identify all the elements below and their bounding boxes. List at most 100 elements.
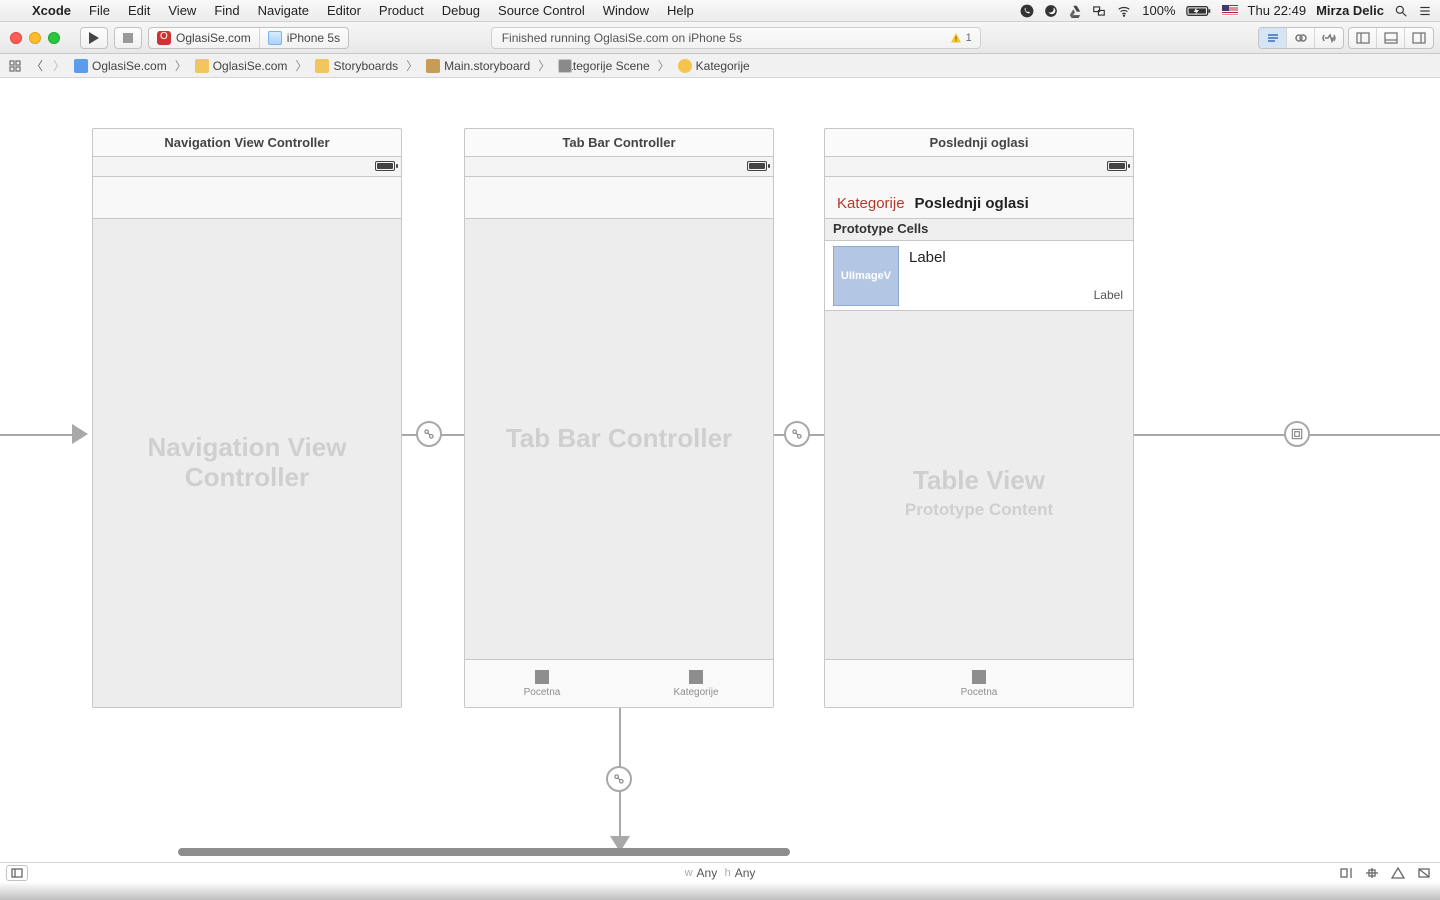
toggle-debug-area-button[interactable] bbox=[1377, 28, 1405, 48]
segue-relationship-icon-down[interactable] bbox=[606, 766, 632, 792]
scene-poslednji-oglasi[interactable]: Poslednji oglasi Kategorije Poslednji og… bbox=[824, 128, 1134, 708]
jumpbar-project[interactable]: OglasiSe.com bbox=[72, 59, 169, 73]
size-class-h: Any bbox=[735, 866, 756, 880]
status-battery-icon bbox=[1107, 161, 1127, 171]
toggle-utilities-button[interactable] bbox=[1405, 28, 1433, 48]
scene-tabbar-controller[interactable]: Tab Bar Controller Tab Bar Controller Po… bbox=[464, 128, 774, 708]
initial-vc-arrow[interactable] bbox=[0, 434, 78, 436]
simulated-status-bar bbox=[93, 157, 401, 177]
jumpbar-storyboard-file[interactable]: Main.storyboard bbox=[424, 59, 532, 73]
menubar-user[interactable]: Mirza Delic bbox=[1316, 3, 1384, 18]
canvas-horizontal-scrollbar[interactable] bbox=[178, 848, 790, 856]
scheme-destination[interactable]: iPhone 5s bbox=[260, 28, 348, 48]
segue-root-relationship-icon[interactable] bbox=[416, 421, 442, 447]
resolve-constraints-button[interactable] bbox=[1388, 865, 1408, 881]
menu-file[interactable]: File bbox=[89, 3, 110, 18]
simulated-nav-bar[interactable]: Kategorije Poslednji oglasi bbox=[825, 177, 1133, 219]
menu-navigate[interactable]: Navigate bbox=[258, 3, 309, 18]
viber-icon[interactable] bbox=[1020, 4, 1034, 18]
window-zoom-button[interactable] bbox=[48, 32, 60, 44]
jumpbar-group[interactable]: OglasiSe.com bbox=[193, 59, 290, 73]
window-close-button[interactable] bbox=[10, 32, 22, 44]
document-outline-toggle[interactable] bbox=[6, 865, 28, 881]
scene-content[interactable]: Tab Bar Controller bbox=[465, 219, 773, 659]
scene-title[interactable]: Navigation View Controller bbox=[93, 129, 401, 157]
size-class-h-prefix: h bbox=[725, 867, 731, 879]
scene-title[interactable]: Poslednji oglasi bbox=[825, 129, 1133, 157]
cell-title-label[interactable]: Label bbox=[909, 249, 946, 266]
menu-source-control[interactable]: Source Control bbox=[498, 3, 585, 18]
nav-back-button[interactable]: 〈 bbox=[28, 57, 46, 75]
window-minimize-button[interactable] bbox=[29, 32, 41, 44]
issue-indicator[interactable]: 1 bbox=[950, 32, 972, 44]
scheme-target[interactable]: OglasiSe.com bbox=[149, 28, 260, 48]
menu-view[interactable]: View bbox=[168, 3, 196, 18]
menu-window[interactable]: Window bbox=[603, 3, 649, 18]
tab-label: Kategorije bbox=[673, 687, 718, 698]
toggle-navigator-button[interactable] bbox=[1349, 28, 1377, 48]
segue-embed-icon[interactable] bbox=[1284, 421, 1310, 447]
battery-percent[interactable]: 100% bbox=[1142, 3, 1175, 18]
input-flag-icon[interactable] bbox=[1222, 5, 1238, 16]
macos-dock-shadow bbox=[0, 882, 1440, 900]
scheme-device-label: iPhone 5s bbox=[287, 31, 340, 45]
simulated-nav-bar[interactable] bbox=[465, 177, 773, 219]
tab-item-pocetna[interactable]: Pocetna bbox=[825, 660, 1133, 707]
resizing-behavior-button[interactable] bbox=[1414, 865, 1434, 881]
tab-item-kategorije[interactable]: Kategorije bbox=[619, 660, 773, 707]
simulated-nav-bar[interactable] bbox=[93, 177, 401, 219]
scene-content[interactable]: Navigation View Controller bbox=[93, 219, 401, 707]
app-menu[interactable]: Xcode bbox=[32, 3, 71, 18]
storyboard-file-icon bbox=[426, 59, 440, 73]
wifi-icon[interactable] bbox=[1116, 4, 1132, 18]
editor-mode-segmented[interactable] bbox=[1258, 27, 1344, 49]
menu-edit[interactable]: Edit bbox=[128, 3, 150, 18]
related-items-button[interactable] bbox=[6, 57, 24, 75]
jumpbar-scene[interactable]: Kategorije Scene bbox=[556, 59, 651, 73]
panel-visibility-segmented[interactable] bbox=[1348, 27, 1434, 49]
tab-bar[interactable]: Pocetna Kategorije bbox=[465, 659, 773, 707]
stop-button[interactable] bbox=[114, 27, 142, 49]
segue-viewcontrollers-relationship-icon[interactable] bbox=[784, 421, 810, 447]
align-constraints-button[interactable] bbox=[1336, 865, 1356, 881]
menu-help[interactable]: Help bbox=[667, 3, 694, 18]
scene-title[interactable]: Tab Bar Controller bbox=[465, 129, 773, 157]
nav-forward-button[interactable]: 〉 bbox=[50, 57, 68, 75]
scheme-selector[interactable]: OglasiSe.com iPhone 5s bbox=[148, 27, 349, 49]
menu-editor[interactable]: Editor bbox=[327, 3, 361, 18]
jumpbar-storyboards-folder[interactable]: Storyboards bbox=[313, 59, 400, 73]
scene-navigation-controller[interactable]: Navigation View Controller Navigation Vi… bbox=[92, 128, 402, 708]
scene-placeholder-label: Navigation View Controller bbox=[93, 433, 401, 493]
standard-editor-button[interactable] bbox=[1259, 28, 1287, 48]
display-arrangement-icon[interactable] bbox=[1092, 4, 1106, 18]
assistant-editor-button[interactable] bbox=[1287, 28, 1315, 48]
jumpbar-viewcontroller[interactable]: Kategorije bbox=[676, 59, 752, 73]
version-editor-button[interactable] bbox=[1315, 28, 1343, 48]
notification-center-icon[interactable] bbox=[1418, 4, 1432, 18]
spotlight-icon[interactable] bbox=[1394, 4, 1408, 18]
menu-find[interactable]: Find bbox=[214, 3, 239, 18]
prototype-cell[interactable]: UIImageV Label Label bbox=[825, 241, 1133, 311]
menu-debug[interactable]: Debug bbox=[442, 3, 480, 18]
ib-canvas[interactable]: Navigation View Controller Navigation Vi… bbox=[0, 78, 1440, 862]
tab-bar[interactable]: Pocetna bbox=[825, 659, 1133, 707]
nav-back-item[interactable]: Kategorije bbox=[837, 195, 905, 212]
menu-product[interactable]: Product bbox=[379, 3, 424, 18]
scheme-target-label: OglasiSe.com bbox=[176, 31, 251, 45]
tab-icon-placeholder bbox=[689, 670, 703, 684]
battery-icon[interactable] bbox=[1186, 4, 1212, 18]
google-drive-icon[interactable] bbox=[1068, 4, 1082, 18]
warning-count: 1 bbox=[966, 32, 972, 44]
menubar-clock[interactable]: Thu 22:49 bbox=[1248, 3, 1307, 18]
table-view[interactable]: Table View Prototype Content bbox=[825, 311, 1133, 659]
pin-constraints-button[interactable] bbox=[1362, 865, 1382, 881]
run-button[interactable] bbox=[80, 27, 108, 49]
activity-viewer[interactable]: Finished running OglasiSe.com on iPhone … bbox=[491, 27, 981, 49]
tab-item-pocetna[interactable]: Pocetna bbox=[465, 660, 619, 707]
scheme-target-icon bbox=[157, 31, 171, 45]
prototype-cells-header: Prototype Cells bbox=[825, 219, 1133, 241]
size-class-control[interactable]: wAny hAny bbox=[685, 866, 756, 880]
dnd-icon[interactable] bbox=[1044, 4, 1058, 18]
cell-imageview[interactable]: UIImageV bbox=[833, 246, 899, 306]
cell-detail-label[interactable]: Label bbox=[1094, 288, 1123, 302]
